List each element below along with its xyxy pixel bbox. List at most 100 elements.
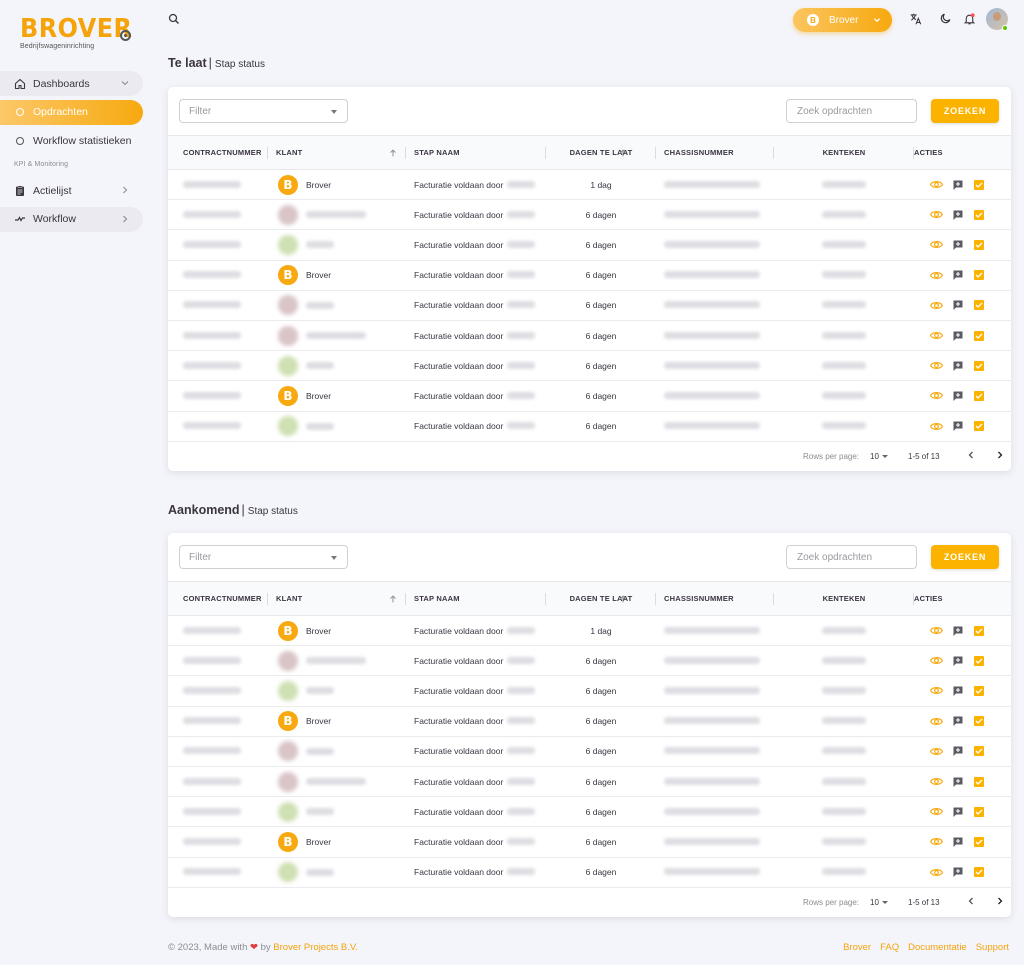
eye-icon[interactable] [930, 389, 943, 402]
chevron-left-icon[interactable] [965, 895, 977, 907]
moon-icon[interactable] [939, 12, 952, 25]
search-button[interactable]: ZOEKEN [931, 545, 999, 569]
eye-icon[interactable] [930, 208, 943, 221]
rows-per-page-select[interactable]: 10 [870, 452, 879, 461]
footer-link-documentatie[interactable]: Documentatie [908, 942, 967, 953]
table-row[interactable]: B Brover Facturatie voldaan door 1 dag [168, 170, 1011, 200]
table-row[interactable]: Facturatie voldaan door 6 dagen [168, 736, 1011, 767]
footer-link-faq[interactable]: FAQ [880, 942, 899, 953]
filter-select[interactable]: Filter [179, 99, 348, 123]
eye-icon[interactable] [930, 715, 943, 728]
checkbox-checked-icon[interactable] [973, 239, 985, 251]
checkbox-checked-icon[interactable] [973, 776, 985, 788]
eye-icon[interactable] [930, 420, 943, 433]
checkbox-checked-icon[interactable] [973, 806, 985, 818]
chevron-right-icon[interactable] [994, 449, 1006, 461]
checkbox-checked-icon[interactable] [973, 209, 985, 221]
sidebar-item-opdrachten[interactable]: Opdrachten [0, 99, 143, 125]
add-comment-icon[interactable] [952, 330, 964, 342]
sort-arrow-up-icon[interactable] [618, 594, 628, 604]
eye-icon[interactable] [930, 329, 943, 342]
checkbox-checked-icon[interactable] [973, 625, 985, 637]
add-comment-icon[interactable] [952, 239, 964, 251]
add-comment-icon[interactable] [952, 209, 964, 221]
checkbox-checked-icon[interactable] [973, 269, 985, 281]
eye-icon[interactable] [930, 745, 943, 758]
eye-icon[interactable] [930, 624, 943, 637]
checkbox-checked-icon[interactable] [973, 745, 985, 757]
sort-arrow-up-icon[interactable] [388, 148, 398, 158]
add-comment-icon[interactable] [952, 299, 964, 311]
add-comment-icon[interactable] [952, 269, 964, 281]
sidebar-item-workflow-statistieken[interactable]: Workflow statistieken [0, 128, 143, 153]
sidebar-item-actielijst[interactable]: Actielijst [0, 178, 143, 203]
chevron-left-icon[interactable] [965, 449, 977, 461]
column-header[interactable]: Dagen te laat [546, 581, 656, 616]
eye-icon[interactable] [930, 866, 943, 879]
add-comment-icon[interactable] [952, 745, 964, 757]
add-comment-icon[interactable] [952, 360, 964, 372]
eye-icon[interactable] [930, 775, 943, 788]
add-comment-icon[interactable] [952, 806, 964, 818]
checkbox-checked-icon[interactable] [973, 655, 985, 667]
add-comment-icon[interactable] [952, 420, 964, 432]
organisation-switcher-button[interactable]: B Brover [793, 8, 892, 32]
eye-icon[interactable] [930, 805, 943, 818]
add-comment-icon[interactable] [952, 776, 964, 788]
add-comment-icon[interactable] [952, 715, 964, 727]
table-row[interactable]: B Brover Facturatie voldaan door 6 dagen [168, 706, 1011, 737]
sidebar-collapse-toggle[interactable] [120, 30, 131, 41]
eye-icon[interactable] [930, 835, 943, 848]
checkbox-checked-icon[interactable] [973, 360, 985, 372]
add-comment-icon[interactable] [952, 390, 964, 402]
footer-link-support[interactable]: Support [976, 942, 1009, 953]
checkbox-checked-icon[interactable] [973, 390, 985, 402]
eye-icon[interactable] [930, 178, 943, 191]
checkbox-checked-icon[interactable] [973, 330, 985, 342]
checkbox-checked-icon[interactable] [973, 299, 985, 311]
filter-select[interactable]: Filter [179, 545, 348, 569]
table-row[interactable]: Facturatie voldaan door 6 dagen [168, 200, 1011, 230]
search-icon[interactable] [168, 13, 180, 25]
search-input[interactable]: Zoek opdrachten [786, 99, 917, 123]
table-row[interactable]: B Brover Facturatie voldaan door 6 dagen [168, 827, 1011, 857]
add-comment-icon[interactable] [952, 866, 964, 878]
eye-icon[interactable] [930, 238, 943, 251]
column-header[interactable]: Klant [268, 135, 406, 170]
search-button[interactable]: ZOEKEN [931, 99, 999, 123]
table-row[interactable]: B Brover Facturatie voldaan door 1 dag [168, 616, 1011, 646]
table-row[interactable]: Facturatie voldaan door 6 dagen [168, 766, 1011, 797]
table-row[interactable]: Facturatie voldaan door 6 dagen [168, 857, 1011, 888]
checkbox-checked-icon[interactable] [973, 420, 985, 432]
table-row[interactable]: Facturatie voldaan door 6 dagen [168, 646, 1011, 676]
checkbox-checked-icon[interactable] [973, 836, 985, 848]
sidebar-item-workflow[interactable]: Workflow [0, 206, 143, 232]
add-comment-icon[interactable] [952, 685, 964, 697]
eye-icon[interactable] [930, 269, 943, 282]
chevron-right-icon[interactable] [994, 895, 1006, 907]
add-comment-icon[interactable] [952, 836, 964, 848]
table-row[interactable]: Facturatie voldaan door 6 dagen [168, 230, 1011, 261]
table-row[interactable]: Facturatie voldaan door 6 dagen [168, 411, 1011, 442]
eye-icon[interactable] [930, 684, 943, 697]
footer-link-brover[interactable]: Brover [843, 942, 871, 953]
company-link[interactable]: Brover Projects B.V. [273, 942, 358, 953]
eye-icon[interactable] [930, 359, 943, 372]
search-input[interactable]: Zoek opdrachten [786, 545, 917, 569]
table-row[interactable]: Facturatie voldaan door 6 dagen [168, 797, 1011, 827]
add-comment-icon[interactable] [952, 655, 964, 667]
sort-arrow-up-icon[interactable] [388, 594, 398, 604]
column-header[interactable]: Dagen te laat [546, 135, 656, 170]
table-row[interactable]: Facturatie voldaan door 6 dagen [168, 290, 1011, 321]
column-header[interactable]: Klant [268, 581, 406, 616]
translate-icon[interactable] [909, 12, 923, 26]
table-row[interactable]: Facturatie voldaan door 6 dagen [168, 676, 1011, 707]
add-comment-icon[interactable] [952, 179, 964, 191]
add-comment-icon[interactable] [952, 625, 964, 637]
bell-icon[interactable] [963, 12, 976, 26]
eye-icon[interactable] [930, 299, 943, 312]
rows-per-page-select[interactable]: 10 [870, 898, 879, 907]
checkbox-checked-icon[interactable] [973, 715, 985, 727]
checkbox-checked-icon[interactable] [973, 179, 985, 191]
eye-icon[interactable] [930, 654, 943, 667]
